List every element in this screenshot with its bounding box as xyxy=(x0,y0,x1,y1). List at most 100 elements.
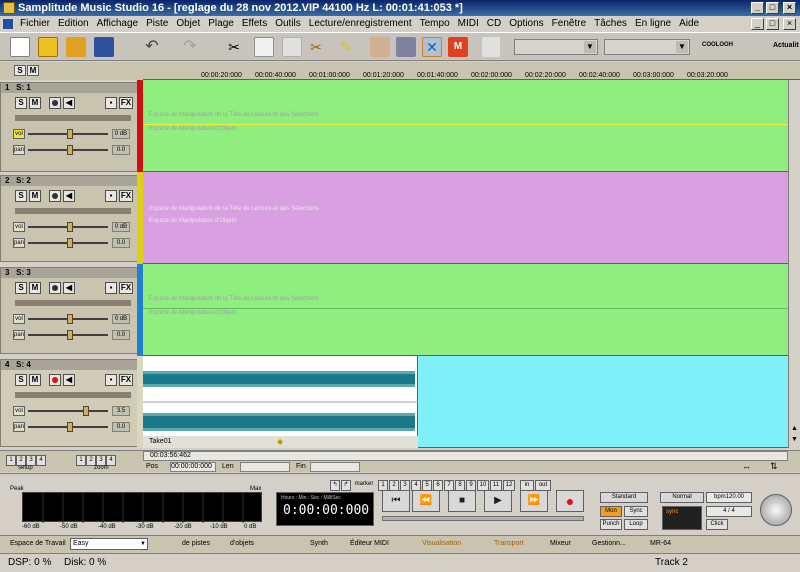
menu-fichier[interactable]: Fichier xyxy=(16,16,54,32)
minimize-button[interactable]: _ xyxy=(751,2,764,14)
crossfade-icon[interactable]: ✕ xyxy=(422,37,442,57)
lock-icon[interactable]: ▪ xyxy=(105,282,117,294)
pos-field[interactable]: 00:00:00:000 xyxy=(170,462,216,472)
new-file-icon[interactable] xyxy=(10,37,30,57)
mute-button[interactable]: M xyxy=(29,97,41,109)
workspace-item-visualisation[interactable]: Visualisation xyxy=(422,540,461,547)
scissors-tool-icon[interactable]: ✂ xyxy=(306,37,326,57)
copy-icon[interactable] xyxy=(254,37,274,57)
pan-slider[interactable]: pan 0.0 xyxy=(13,238,130,248)
record-icon[interactable]: ● xyxy=(556,490,584,512)
menu-fenetre[interactable]: Fenêtre xyxy=(548,16,590,32)
cut-icon[interactable]: ✂ xyxy=(224,37,244,57)
volume-slider[interactable]: vol 0 dB xyxy=(13,129,130,139)
solo-button[interactable]: S xyxy=(15,374,27,386)
search-dropdown[interactable]: ▼ xyxy=(604,39,690,55)
lock-icon[interactable]: ▪ xyxy=(105,374,117,386)
doc-minimize-button[interactable]: _ xyxy=(751,18,764,30)
workspace-item-transport[interactable]: Transport xyxy=(494,540,524,547)
actualites-label[interactable]: Actualit xyxy=(773,42,799,49)
workspace-item-gestionnaire[interactable]: Gestionn... xyxy=(592,540,626,547)
global-solo-button[interactable]: S xyxy=(14,65,26,76)
workspace-item-midi-editor[interactable]: Éditeur MIDI xyxy=(350,540,389,547)
record-button-armed[interactable] xyxy=(49,374,61,386)
click-button[interactable]: Click xyxy=(706,519,728,530)
fx-button[interactable]: FX xyxy=(119,282,133,294)
horizontal-scrollbar[interactable]: 00:03:56:462 xyxy=(143,451,788,461)
solo-button[interactable]: S xyxy=(15,97,27,109)
punch-button[interactable]: Punch xyxy=(600,519,622,530)
save-icon[interactable] xyxy=(94,37,114,57)
position-slider[interactable] xyxy=(382,516,584,521)
record-button[interactable] xyxy=(49,282,61,294)
track-lane-4[interactable]: Take01 ◆ xyxy=(143,356,788,448)
fx-button[interactable]: FX xyxy=(119,190,133,202)
workspace-item-mr64[interactable]: MR-64 xyxy=(650,540,671,547)
bpm-field[interactable]: bpm120.00 xyxy=(706,492,752,503)
sync-button[interactable]: Sync xyxy=(624,506,648,517)
workspace-item-objects[interactable]: d'objets xyxy=(230,540,254,547)
track-lane-3[interactable]: Espace de Manipulation de la Tête de Lec… xyxy=(143,264,788,356)
rewind-to-start-icon[interactable]: ⏮ xyxy=(382,490,410,512)
snap-tool-icon[interactable] xyxy=(396,37,416,57)
stop-icon[interactable]: ■ xyxy=(448,490,476,512)
menu-tempo[interactable]: Tempo xyxy=(416,16,454,32)
pan-slider[interactable]: pan 0.0 xyxy=(13,145,130,155)
open-folder-icon[interactable] xyxy=(38,37,58,57)
global-mute-button[interactable]: M xyxy=(27,65,39,76)
menu-objet[interactable]: Objet xyxy=(172,16,204,32)
scroll-up-icon[interactable]: ▲ xyxy=(790,425,799,435)
mon-button[interactable]: Mon xyxy=(600,506,622,517)
zoom-vertical-icon[interactable]: ⇅ xyxy=(770,461,778,472)
doc-restore-button[interactable]: □ xyxy=(766,18,779,30)
record-button[interactable] xyxy=(49,97,61,109)
maximize-button[interactable]: □ xyxy=(766,2,779,14)
menu-midi[interactable]: MIDI xyxy=(454,16,483,32)
rewind-icon[interactable]: ⏪ xyxy=(412,490,440,512)
speaker-icon[interactable]: ◀ xyxy=(63,190,75,202)
audio-file-icon[interactable] xyxy=(66,37,86,57)
setup-1[interactable]: 1 xyxy=(6,455,16,466)
menu-affichage[interactable]: Affichage xyxy=(93,16,143,32)
workspace-item-synth[interactable]: Synth xyxy=(310,540,328,547)
loop-button[interactable]: Loop xyxy=(624,519,648,530)
setup-4[interactable]: 4 xyxy=(36,455,46,466)
menu-plage[interactable]: Plage xyxy=(204,16,238,32)
fast-forward-icon[interactable]: ⏩ xyxy=(520,490,548,512)
volume-curve[interactable] xyxy=(143,124,788,125)
track-name[interactable]: S: 2 xyxy=(16,176,31,185)
scroll-down-icon[interactable]: ▼ xyxy=(790,436,799,446)
speaker-icon[interactable]: ◀ xyxy=(63,282,75,294)
undo-icon[interactable]: ↶ xyxy=(142,37,162,57)
track-lane-2[interactable]: Espace de Manipulation de la Tête de Lec… xyxy=(143,172,788,264)
chevron-down-icon[interactable]: ▼ xyxy=(140,539,146,549)
menu-piste[interactable]: Piste xyxy=(142,16,172,32)
grid-dropdown[interactable]: ▼ xyxy=(514,39,598,55)
mute-button[interactable]: M xyxy=(29,282,41,294)
speaker-icon[interactable]: ◀ xyxy=(63,374,75,386)
zoom-horizontal-icon[interactable]: ↔ xyxy=(742,461,751,471)
doc-close-button[interactable]: × xyxy=(783,18,796,30)
standard-dropdown[interactable]: Standard xyxy=(600,492,648,503)
track-lane-1[interactable]: Espace de Manipulation de la Tête de Lec… xyxy=(143,80,788,172)
marker-prev-icon[interactable]: ↰ xyxy=(330,480,340,491)
menu-lecture-enregistrement[interactable]: Lecture/enregistrement xyxy=(305,16,416,32)
menu-cd[interactable]: CD xyxy=(483,16,505,32)
fx-button[interactable]: FX xyxy=(119,374,133,386)
marker-next-icon[interactable]: ↱ xyxy=(341,480,351,491)
mute-button[interactable]: M xyxy=(29,190,41,202)
time-lcd[interactable]: Hours : Min : Sec : MilliSec 0:00:00:000 xyxy=(276,492,374,526)
zoom-1[interactable]: 1 xyxy=(76,455,86,466)
volume-slider[interactable]: vol 0 dB xyxy=(13,314,130,324)
solo-button[interactable]: S xyxy=(15,190,27,202)
record-button[interactable] xyxy=(49,190,61,202)
fx-button[interactable]: FX xyxy=(119,97,133,109)
track-name[interactable]: S: 3 xyxy=(16,268,31,277)
normal-dropdown[interactable]: Normal xyxy=(660,492,704,503)
len-field[interactable] xyxy=(240,462,290,472)
track-name[interactable]: S: 1 xyxy=(16,83,31,92)
volume-slider[interactable]: vol 3.5 xyxy=(13,406,130,416)
menu-taches[interactable]: Tâches xyxy=(590,16,631,32)
paste-icon[interactable] xyxy=(282,37,302,57)
workspace-select[interactable]: Easy ▼ xyxy=(70,538,148,550)
